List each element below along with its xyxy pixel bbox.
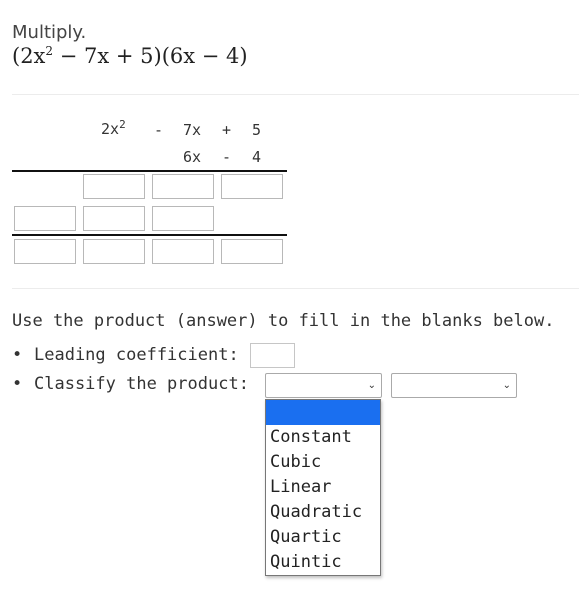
chevron-down-icon: ⌄ — [367, 380, 376, 391]
divider-top — [12, 94, 579, 95]
classify-select-1[interactable]: ⌄ — [265, 373, 382, 398]
setup-op-plus: + — [222, 121, 232, 139]
problem-expression: (2x2 − 7x + 5)(6x − 4) — [12, 44, 248, 68]
dropdown-option-linear[interactable]: Linear — [266, 475, 380, 500]
classify-label: • Classify the product: — [12, 374, 249, 394]
chevron-down-icon: ⌄ — [502, 380, 511, 391]
multiply-rule-line — [12, 170, 287, 172]
divider-middle — [12, 288, 579, 289]
problem-prompt: Multiply. — [12, 22, 87, 43]
dropdown-option-constant[interactable]: Constant — [266, 425, 380, 450]
partial2-cell-3[interactable] — [152, 206, 214, 231]
dropdown-option-blank-highlighted[interactable] — [266, 400, 380, 425]
product-cell-4[interactable] — [221, 239, 283, 264]
bullet: • — [12, 374, 23, 394]
dropdown-option-quintic[interactable]: Quintic — [266, 550, 380, 575]
setup-term-6x: 6x — [183, 148, 202, 166]
leading-coefficient-input[interactable] — [250, 343, 295, 368]
partial1-cell-1[interactable] — [83, 174, 145, 199]
leading-coefficient-label: • Leading coefficient: — [12, 345, 239, 365]
partial1-cell-3[interactable] — [221, 174, 283, 199]
setup-term-5: 5 — [252, 121, 262, 139]
setup-term-4: 4 — [252, 148, 262, 166]
classify-dropdown-list: Constant Cubic Linear Quadratic Quartic … — [265, 399, 381, 576]
product-cell-1[interactable] — [14, 239, 76, 264]
dropdown-option-cubic[interactable]: Cubic — [266, 450, 380, 475]
setup-op-minus-1: - — [154, 121, 164, 139]
product-cell-3[interactable] — [152, 239, 214, 264]
sum-rule-line — [12, 234, 287, 236]
setup-term-7x: 7x — [183, 121, 202, 139]
product-cell-2[interactable] — [83, 239, 145, 264]
partial2-cell-1[interactable] — [14, 206, 76, 231]
partial2-cell-2[interactable] — [83, 206, 145, 231]
setup-op-minus-2: - — [222, 148, 232, 166]
dropdown-option-quadratic[interactable]: Quadratic — [266, 500, 380, 525]
partial1-cell-2[interactable] — [152, 174, 214, 199]
dropdown-option-quartic[interactable]: Quartic — [266, 525, 380, 550]
classify-select-2[interactable]: ⌄ — [391, 373, 517, 398]
instruction-text: Use the product (answer) to fill in the … — [12, 311, 555, 331]
setup-term-2x2: 2x2 — [101, 118, 126, 138]
bullet: • — [12, 345, 23, 365]
